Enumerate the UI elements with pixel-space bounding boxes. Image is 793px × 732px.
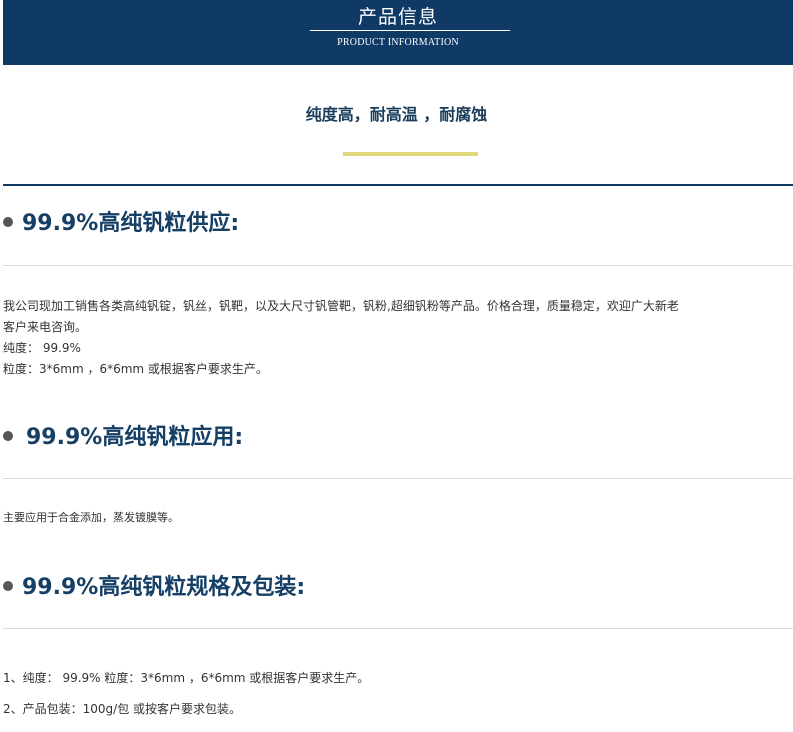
section-heading-text: 99.9%高纯钒粒应用: (26, 425, 244, 450)
section-heading-text: 99.9%高纯钒粒规格及包装: (22, 575, 306, 600)
section-divider (3, 628, 793, 629)
bullet-icon (3, 431, 13, 441)
section-heading-text: 99.9%高纯钒粒供应: (22, 211, 240, 236)
bullet-icon (3, 217, 13, 227)
section-divider (3, 265, 793, 266)
header-title: 产品信息 (357, 6, 438, 28)
body-line: 粒度：3*6mm ，6*6mm 或根据客户要求生产。 (3, 362, 268, 376)
header-banner: 产品信息 PRODUCT INFORMATION (3, 0, 793, 65)
bullet-icon (3, 581, 13, 591)
body-line: 我公司现加工销售各类高纯钒锭，钒丝，钒靶，以及大尺寸钒管靶，钒粉,超细钒粉等产品… (3, 299, 679, 313)
section-heading-application: 99.9%高纯钒粒应用: (3, 419, 243, 451)
header-subtitle: PRODUCT INFORMATION (337, 37, 459, 48)
tagline: 纯度高，耐高温 ，耐腐蚀 (305, 105, 488, 124)
section-divider (3, 478, 793, 479)
body-line: 纯度： 99.9% (3, 341, 81, 355)
body-line: 主要应用于合金添加，蒸发镀膜等。 (3, 511, 179, 524)
tagline-underline (343, 152, 478, 156)
section-heading-spec-packaging: 99.9%高纯钒粒规格及包装: (3, 569, 305, 601)
body-line: 1、纯度： 99.9% 粒度：3*6mm ，6*6mm 或根据客户要求生产。 (3, 671, 370, 685)
section-heading-supply: 99.9%高纯钒粒供应: (3, 205, 239, 237)
section-body-spec-packaging: 1、纯度： 99.9% 粒度：3*6mm ，6*6mm 或根据客户要求生产。 2… (3, 663, 369, 725)
section-body-application: 主要应用于合金添加，蒸发镀膜等。 (3, 507, 179, 528)
section-divider-top (3, 184, 793, 186)
section-body-supply: 我公司现加工销售各类高纯钒锭，钒丝，钒靶，以及大尺寸钒管靶，钒粉,超细钒粉等产品… (3, 296, 679, 380)
header-divider (310, 30, 510, 31)
body-line: 2、产品包装：100g/包 或按客户要求包装。 (3, 702, 242, 716)
body-line: 客户来电咨询。 (3, 320, 88, 334)
